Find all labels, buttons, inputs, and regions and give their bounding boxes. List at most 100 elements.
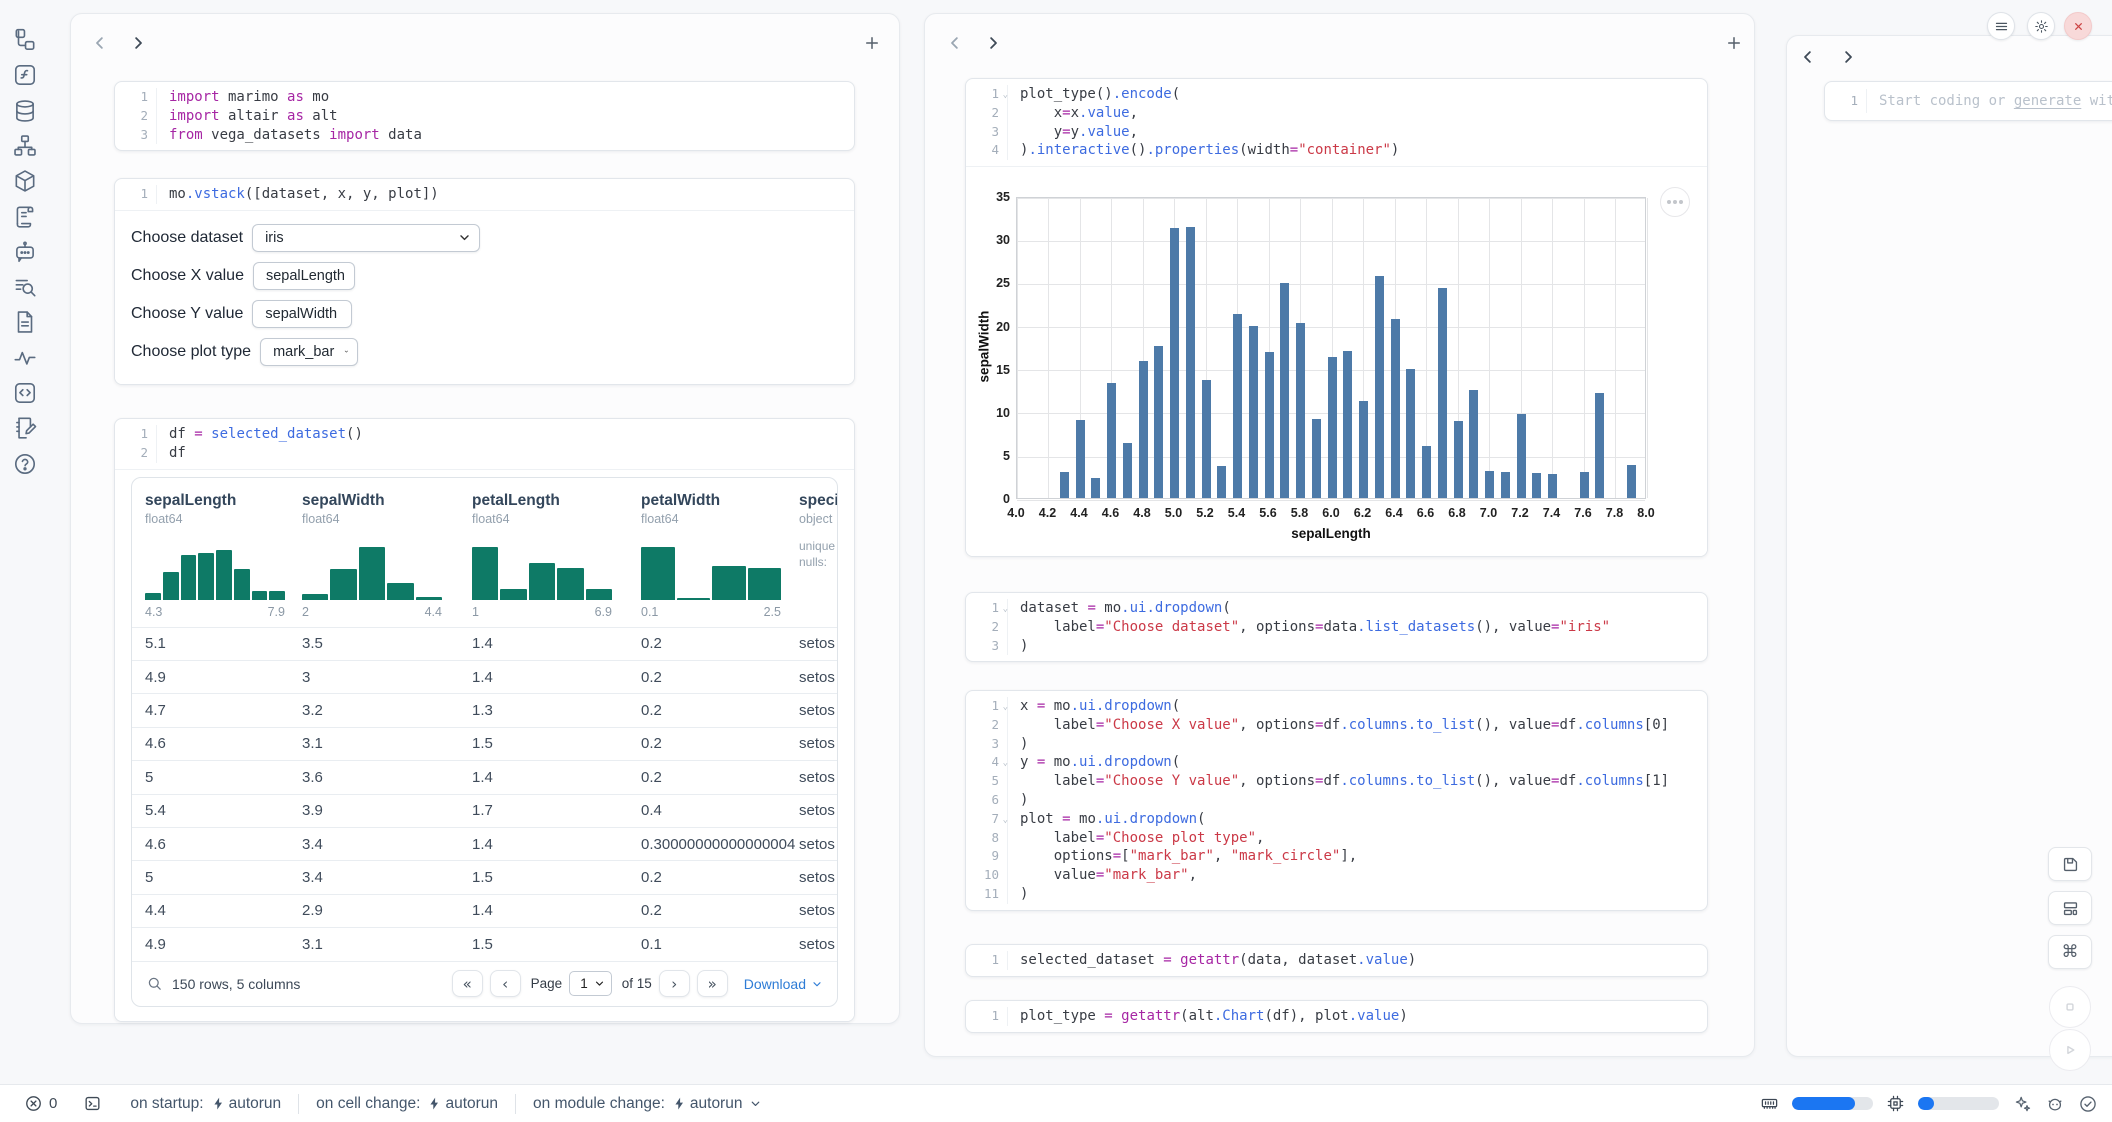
table-row[interactable]: 4.42.91.40.2setos [132,894,837,927]
code-line[interactable]: 5 label="Choose Y value", options=df.col… [966,772,1707,791]
chart-bar[interactable] [1375,276,1384,499]
code-line[interactable]: 3) [966,637,1707,656]
code-line[interactable]: 1mo.vstack([dataset, x, y, plot]) [115,185,854,204]
chevron-left-icon[interactable] [1799,48,1817,66]
terminal-button[interactable] [83,1094,102,1113]
code-line[interactable]: 1import marimo as mo [115,88,854,107]
code-line[interactable]: 2 label="Choose X value", options=df.col… [966,716,1707,735]
snippets-icon[interactable] [12,380,38,406]
cell-dataframe[interactable]: 1df = selected_dataset()2df sepalLengthf… [114,418,855,1022]
code-line[interactable]: 2df [115,444,854,463]
log-search-icon[interactable] [12,274,38,300]
sparkles-icon[interactable] [2012,1094,2032,1114]
chart-bar[interactable] [1296,323,1305,498]
add-cell-plus-icon[interactable] [863,34,881,52]
chevron-right-icon[interactable] [984,34,1002,52]
page-select[interactable]: 1 [569,971,612,996]
code-line[interactable]: 7⌄plot = mo.ui.dropdown( [966,810,1707,829]
chart-bar[interactable] [1154,346,1163,499]
chart-bar[interactable] [1532,473,1541,498]
cell-xy-plot-dropdowns[interactable]: 1⌄x = mo.ui.dropdown(2 label="Choose X v… [965,690,1708,911]
first-page-button[interactable]: « [452,970,483,997]
command-palette-button[interactable]: ⌘ [2048,935,2092,969]
chart-bar[interactable] [1517,414,1526,499]
document-icon[interactable] [12,309,38,335]
table-row[interactable]: 4.63.41.40.30000000000000004setos [132,827,837,860]
on-startup-setting[interactable]: on startup: autorun [130,1095,281,1113]
fold-chevron-icon[interactable]: ⌄ [1003,600,1008,619]
code-line[interactable]: 6) [966,791,1707,810]
run-button[interactable] [2049,1029,2091,1071]
next-page-button[interactable]: › [659,970,690,997]
code-line[interactable]: 11) [966,885,1707,904]
choose-y-value-select[interactable]: sepalWidth [252,300,352,328]
chart-bar[interactable] [1438,288,1447,499]
chevron-left-icon[interactable] [91,34,109,52]
prev-page-button[interactable]: ‹ [490,970,521,997]
assistant-icon[interactable] [2045,1094,2065,1114]
chevron-right-icon[interactable] [1839,48,1857,66]
save-button[interactable] [2048,847,2092,881]
column-header-sepalWidth[interactable]: sepalWidthfloat6424.4 [302,492,472,619]
code-line[interactable]: 9 options=["mark_bar", "mark_circle"], [966,847,1707,866]
chart-bar[interactable] [1265,352,1274,498]
stop-button[interactable] [2049,986,2091,1028]
chart-bar[interactable] [1186,227,1195,498]
fold-chevron-icon[interactable]: ⌄ [1003,811,1008,830]
table-row[interactable]: 4.931.40.2setos [132,660,837,693]
code-line[interactable]: 1df = selected_dataset() [115,425,854,444]
fold-chevron-icon[interactable]: ⌄ [1003,698,1008,717]
cell-selected-dataset[interactable]: 1selected_dataset = getattr(data, datase… [965,944,1708,977]
function-icon[interactable] [12,62,38,88]
chart-bar[interactable] [1580,472,1589,498]
chart-bar[interactable] [1123,443,1132,498]
on-cell-change-setting[interactable]: on cell change: autorun [316,1095,498,1113]
download-button[interactable]: Download [744,976,823,992]
choose-dataset-select[interactable]: iris [252,224,480,252]
chart-bar[interactable] [1170,228,1179,498]
chart-bar[interactable] [1107,383,1116,498]
close-button[interactable] [2064,12,2092,40]
cell-plot[interactable]: 1⌄plot_type().encode(2 x=x.value,3 y=y.v… [965,78,1708,557]
code-line[interactable]: 1⌄x = mo.ui.dropdown( [966,697,1707,716]
cell-imports[interactable]: 1import marimo as mo2import altair as al… [114,81,855,151]
plot-area[interactable] [1016,197,1646,499]
on-module-change-setting[interactable]: on module change: autorun [533,1095,762,1113]
code-line[interactable]: 3) [966,735,1707,754]
table-row[interactable]: 4.93.11.50.1setos [132,927,837,960]
chart-bar[interactable] [1485,471,1494,499]
cell-dataset-dropdown[interactable]: 1⌄dataset = mo.ui.dropdown(2 label="Choo… [965,592,1708,662]
code-line[interactable]: 2import altair as alt [115,107,854,126]
cell-plot-type[interactable]: 1plot_type = getattr(alt.Chart(df), plot… [965,1000,1708,1033]
chart-bar[interactable] [1595,393,1604,498]
table-row[interactable]: 5.13.51.40.2setos [132,627,837,660]
column-header-petalWidth[interactable]: petalWidthfloat640.12.5 [641,492,799,619]
database-icon[interactable] [12,98,38,124]
hierarchy-icon[interactable] [12,133,38,159]
chart-bar[interactable] [1312,419,1321,498]
code-line[interactable]: 2 x=x.value, [966,104,1707,123]
last-page-button[interactable]: » [697,970,728,997]
chevron-left-icon[interactable] [946,34,964,52]
code-line[interactable]: 1plot_type = getattr(alt.Chart(df), plot… [966,1007,1707,1026]
code-line[interactable]: 10 value="mark_bar", [966,866,1707,885]
fold-chevron-icon[interactable]: ⌄ [1003,86,1008,105]
errors-icon[interactable] [24,1094,43,1113]
menu-button[interactable] [1987,12,2015,40]
add-cell-plus-icon[interactable] [1725,34,1743,52]
code-line[interactable]: 3 y=y.value, [966,123,1707,142]
table-row[interactable]: 5.43.91.70.4setos [132,794,837,827]
check-circle-icon[interactable] [2078,1094,2098,1114]
choose-plot-type-select[interactable]: mark_bar [260,338,358,366]
scratchpad-icon[interactable] [12,415,38,441]
chart-bar[interactable] [1249,326,1258,499]
generate-link[interactable]: generate [2014,93,2081,109]
chart-bar[interactable] [1217,466,1226,498]
chart-bar[interactable] [1139,361,1148,498]
fold-chevron-icon[interactable]: ⌄ [1003,754,1008,773]
chat-bot-icon[interactable] [12,239,38,265]
scratchpad-editor[interactable]: 1 Start coding or generate with [1824,81,2112,121]
code-line[interactable]: 2 label="Choose dataset", options=data.l… [966,618,1707,637]
code-line[interactable]: 1⌄plot_type().encode( [966,85,1707,104]
chart-actions-button[interactable] [1660,187,1690,217]
